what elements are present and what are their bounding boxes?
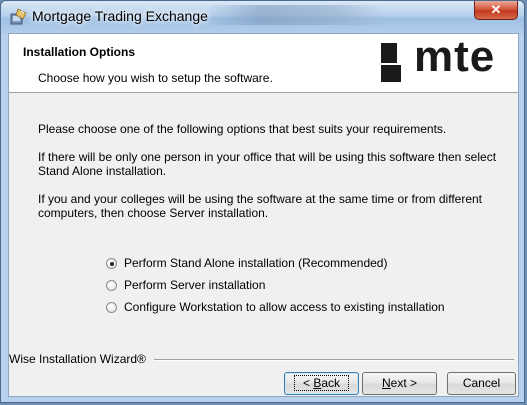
back-button[interactable]: < Back xyxy=(284,372,359,395)
radio-standalone[interactable] xyxy=(106,258,117,269)
next-button[interactable]: Next > xyxy=(362,372,437,395)
radio-server[interactable] xyxy=(106,280,117,291)
server-note: If you and your colleges will be using t… xyxy=(38,192,482,220)
wizard-brand-label: Wise Installation Wizard® xyxy=(9,352,146,366)
title-bar[interactable]: Mortgage Trading Exchange ✕ xyxy=(1,1,524,33)
option-workstation-label: Configure Workstation to allow access to… xyxy=(124,300,445,314)
option-server[interactable]: Perform Server installation xyxy=(106,278,265,292)
option-standalone[interactable]: Perform Stand Alone installation (Recomm… xyxy=(106,256,387,270)
close-icon: ✕ xyxy=(490,2,502,17)
back-button-focus: < Back xyxy=(293,375,350,391)
logo-text: mte xyxy=(414,32,496,81)
standalone-note: If there will be only one person in your… xyxy=(38,150,497,178)
page-title: Installation Options xyxy=(23,45,136,59)
option-workstation[interactable]: Configure Workstation to allow access to… xyxy=(106,300,445,314)
close-button[interactable]: ✕ xyxy=(474,1,518,20)
installer-window: Mortgage Trading Exchange ✕ Installation… xyxy=(0,0,525,403)
radio-workstation[interactable] xyxy=(106,302,117,313)
logo-mark-bottom xyxy=(381,65,401,82)
logo-mark-top xyxy=(381,43,397,63)
intro-text: Please choose one of the following optio… xyxy=(38,122,447,136)
footer-divider xyxy=(154,359,514,361)
wizard-header: Installation Options Choose how you wish… xyxy=(9,32,518,93)
page-subtitle: Choose how you wish to setup the softwar… xyxy=(38,71,273,85)
option-standalone-label: Perform Stand Alone installation (Recomm… xyxy=(124,256,388,270)
dialog-client-area: Installation Options Choose how you wish… xyxy=(8,32,519,397)
installer-app-icon xyxy=(10,8,27,25)
mte-logo: mte xyxy=(374,32,514,86)
window-title: Mortgage Trading Exchange xyxy=(32,8,208,24)
title-bar-glass xyxy=(206,5,386,25)
cancel-button[interactable]: Cancel xyxy=(447,372,516,395)
option-server-label: Perform Server installation xyxy=(124,278,266,292)
